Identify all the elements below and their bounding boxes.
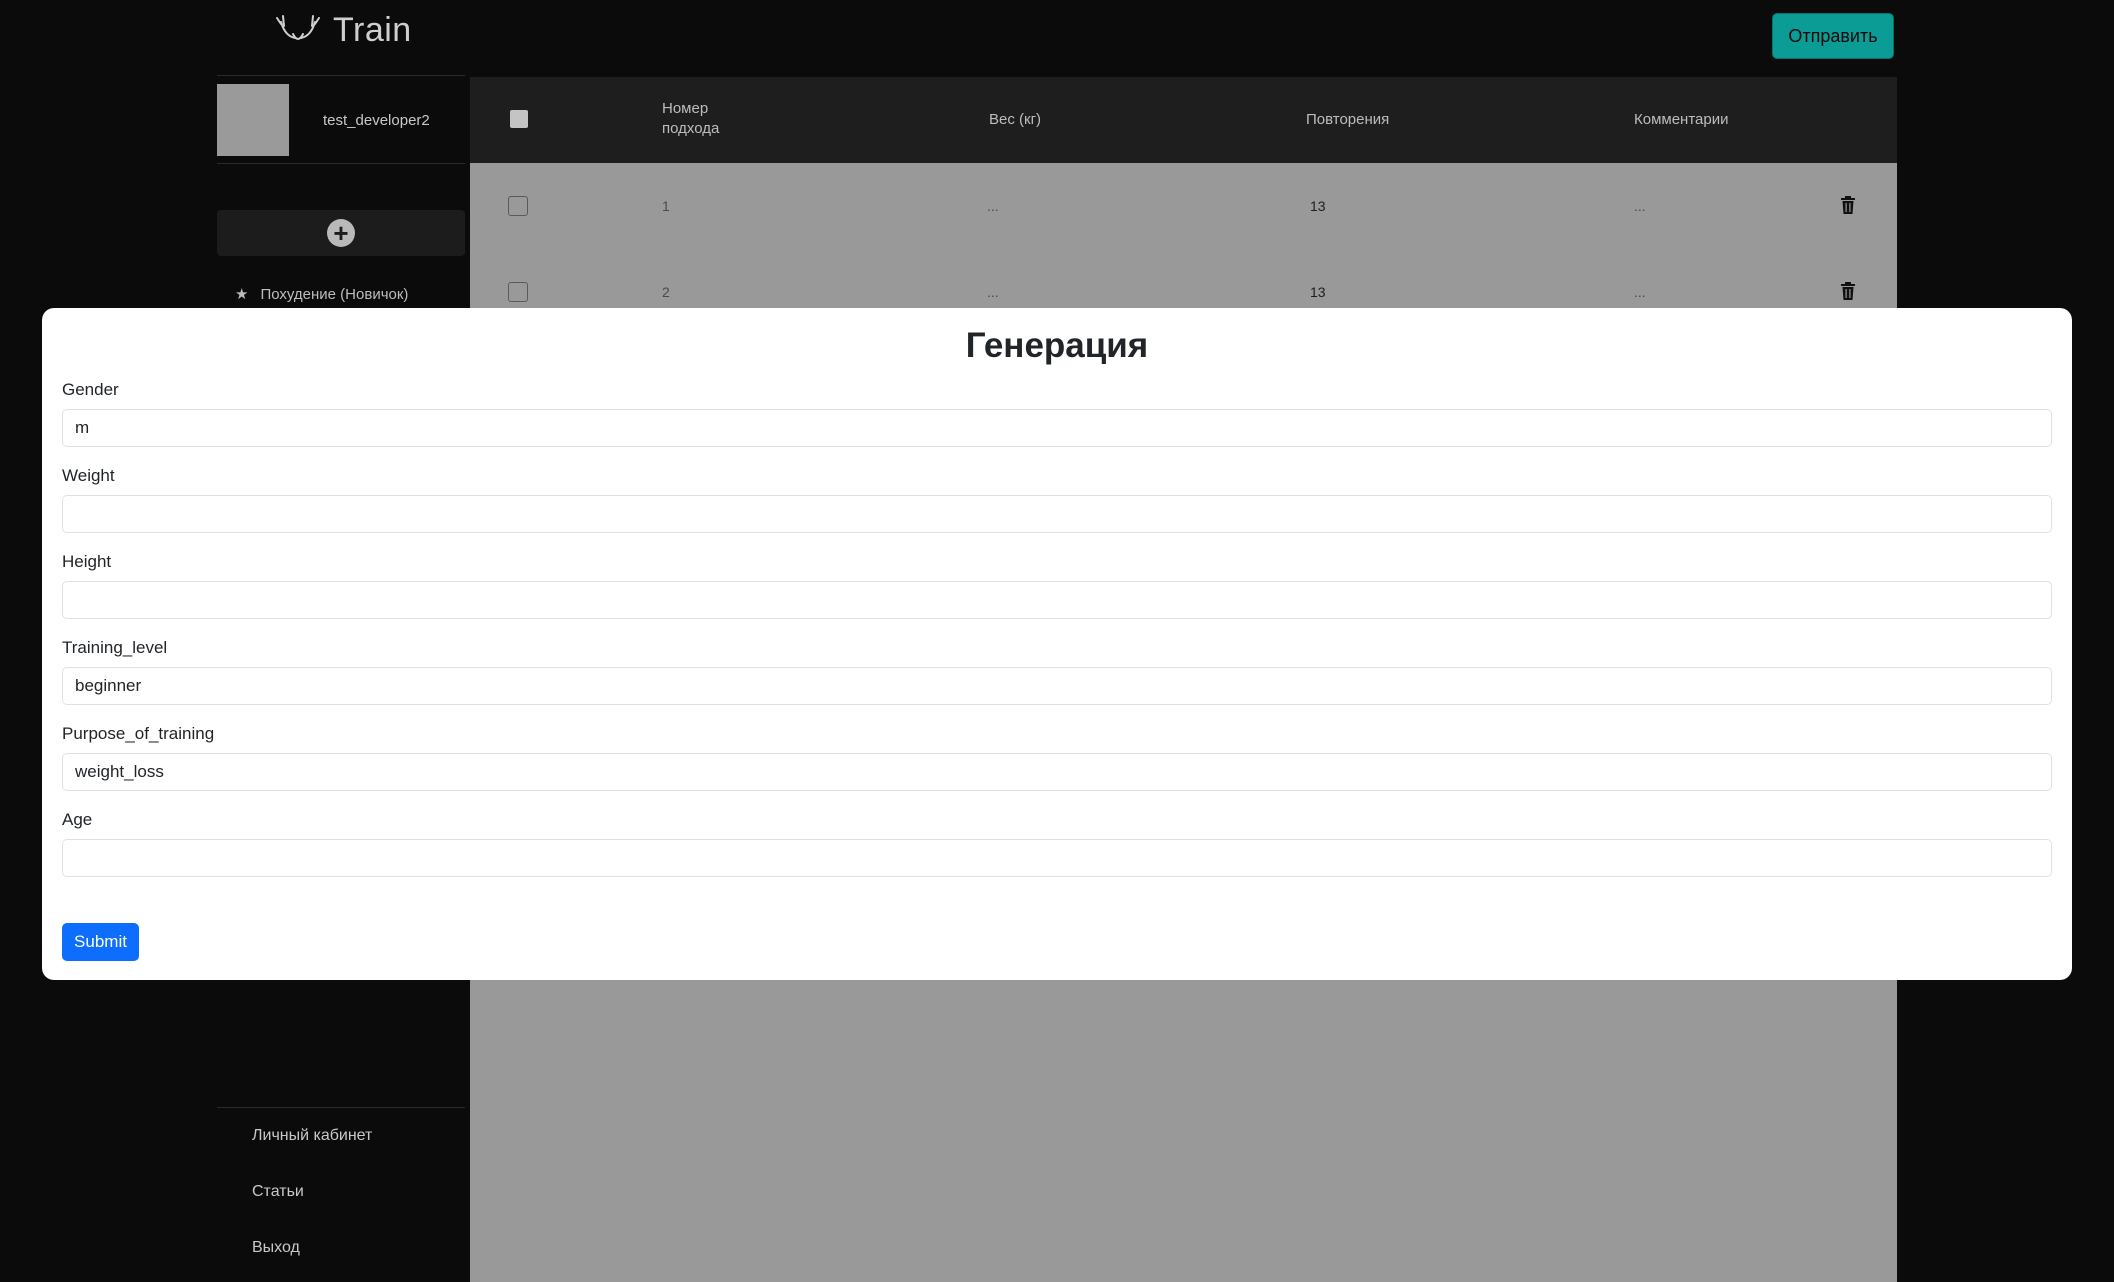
purpose-label: Purpose_of_training — [62, 724, 215, 743]
row-checkbox[interactable] — [508, 196, 528, 216]
reps-value[interactable]: 13 — [1310, 198, 1326, 214]
app-name: Train — [333, 10, 412, 49]
age-input[interactable] — [62, 839, 2052, 877]
select-all-checkbox[interactable] — [510, 110, 528, 128]
generation-modal: Генерация Gender Weight Height Training_… — [42, 308, 2072, 980]
user-profile[interactable]: test_developer2 — [217, 75, 465, 164]
sidebar-item-logout[interactable]: Выход — [217, 1220, 465, 1276]
sidebar-item-profile[interactable]: Личный кабинет — [217, 1108, 465, 1164]
trash-icon[interactable] — [1840, 196, 1856, 214]
training-level-input[interactable] — [62, 667, 2052, 705]
weight-input[interactable] — [62, 495, 2052, 533]
set-number: 1 — [662, 198, 670, 214]
star-icon: ★ — [235, 286, 249, 303]
antlers-logo-icon — [276, 15, 320, 40]
comment-value[interactable]: ... — [1634, 198, 1646, 214]
table-header: Номер подхода Вес (кг) Повторения Коммен… — [470, 77, 1897, 163]
training-level-label: Training_level — [62, 638, 168, 657]
column-header-weight: Вес (кг) — [989, 111, 1042, 128]
send-button[interactable]: Отправить — [1772, 13, 1894, 59]
column-header-comments: Комментарии — [1634, 111, 1729, 128]
sidebar-links: Личный кабинет Статьи Выход — [217, 1107, 465, 1276]
column-header-reps: Повторения — [1306, 111, 1390, 128]
weight-label: Weight — [62, 466, 115, 485]
program-label: Похудение (Новичок) — [260, 285, 409, 303]
set-number: 2 — [662, 284, 670, 300]
table-row: 1 ... 13 ... — [470, 163, 1897, 249]
weight-value[interactable]: ... — [987, 198, 999, 214]
submit-button[interactable]: Submit — [62, 923, 139, 961]
comment-value[interactable]: ... — [1634, 284, 1646, 300]
trash-icon[interactable] — [1840, 282, 1856, 300]
sidebar-item-program[interactable]: ★ Похудение (Новичок) — [235, 285, 409, 304]
sidebar-item-articles[interactable]: Статьи — [217, 1164, 465, 1220]
add-program-button[interactable]: + — [217, 210, 465, 256]
username: test_developer2 — [323, 112, 430, 129]
height-label: Height — [62, 552, 112, 571]
purpose-input[interactable] — [62, 753, 2052, 791]
gender-label: Gender — [62, 380, 119, 399]
row-checkbox[interactable] — [508, 282, 528, 302]
gender-input[interactable] — [62, 409, 2052, 447]
modal-title: Генерация — [965, 326, 1149, 365]
reps-value[interactable]: 13 — [1310, 284, 1326, 300]
column-header-set: Номер подхода — [662, 100, 720, 137]
app-logo[interactable]: Train — [275, 6, 412, 54]
weight-value[interactable]: ... — [987, 284, 999, 300]
age-label: Age — [62, 810, 93, 829]
height-input[interactable] — [62, 581, 2052, 619]
plus-icon: + — [327, 219, 355, 247]
avatar — [217, 84, 289, 156]
